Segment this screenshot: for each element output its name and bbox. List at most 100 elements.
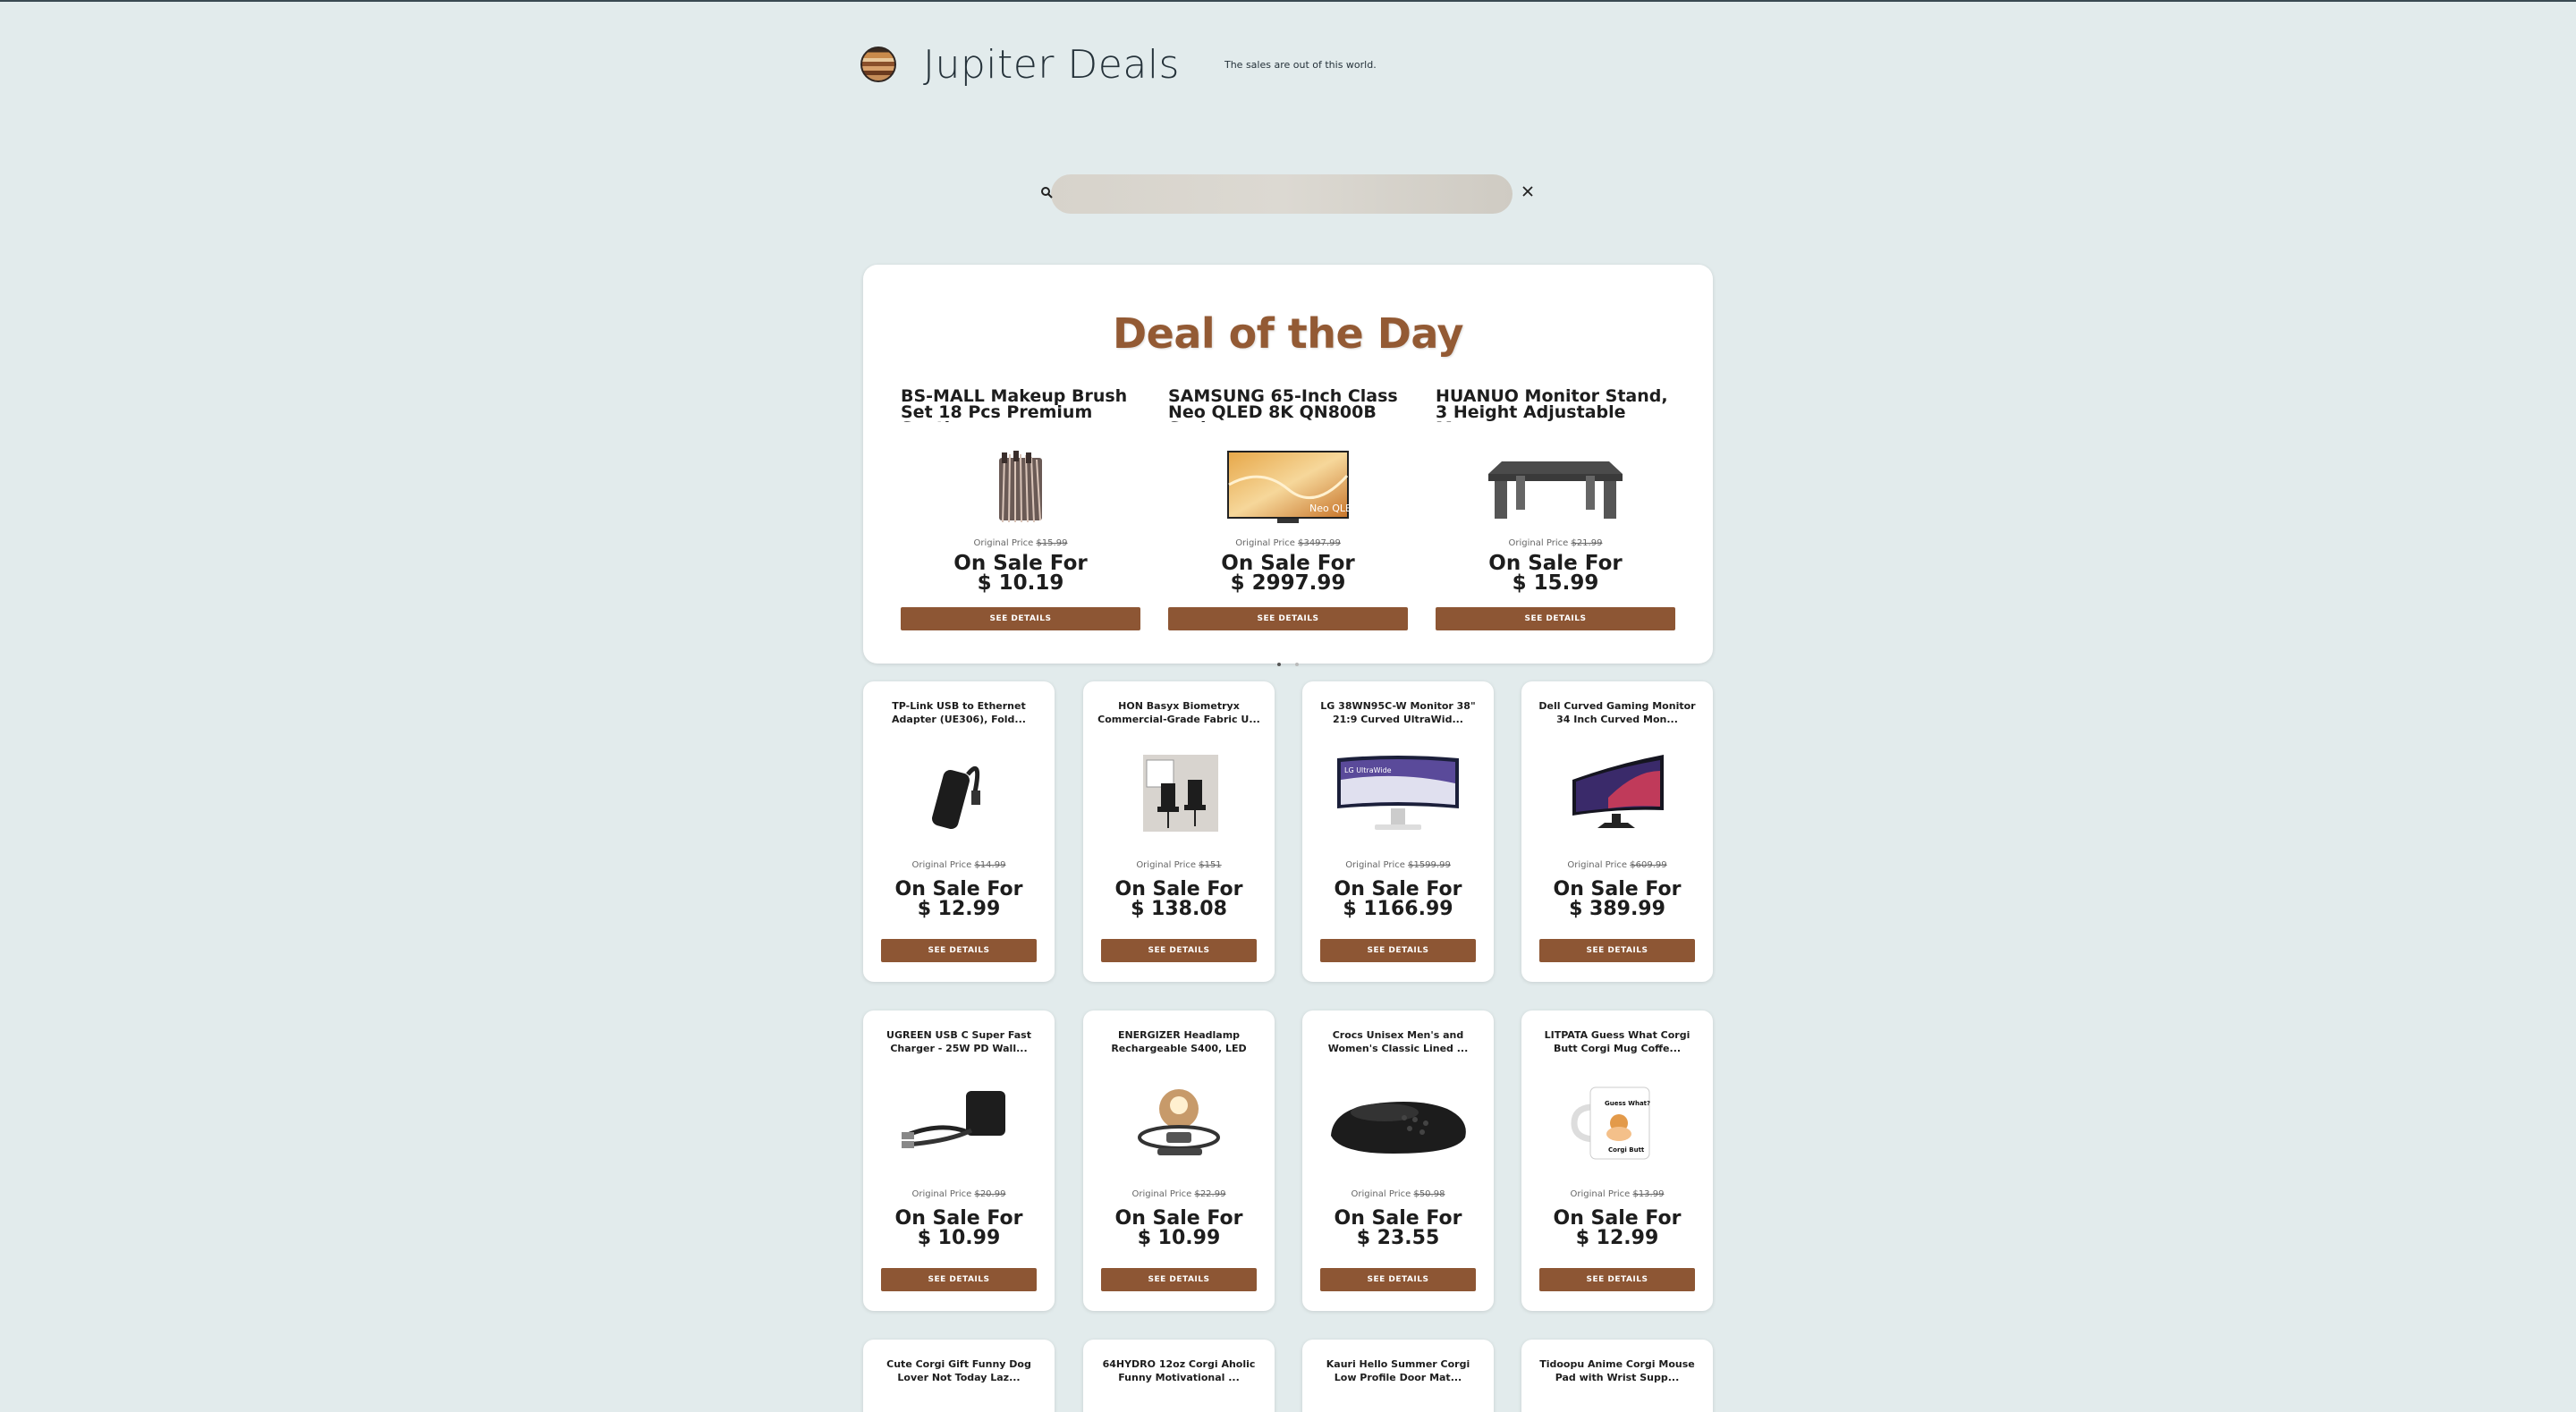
sale-label: On Sale For $ 1166.99 — [1302, 880, 1494, 919]
product-name[interactable]: LG 38WN95C-W Monitor 38" 21:9 Curved Ult… — [1317, 699, 1479, 726]
product-card: LG 38WN95C-W Monitor 38" 21:9 Curved Ult… — [1302, 681, 1494, 982]
sale-price: $ 23.55 — [1356, 1227, 1440, 1249]
original-price: Original Price $50.98 — [1351, 1189, 1445, 1199]
product-card: HON Basyx Biometryx Commercial-Grade Fab… — [1083, 681, 1275, 982]
sale-label: On Sale For $ 389.99 — [1521, 880, 1713, 919]
see-details-button[interactable]: SEE DETAILS — [901, 607, 1140, 630]
product-image[interactable] — [896, 1082, 1021, 1163]
deal-item: BS-MALL Makeup Brush Set 18 Pcs Premium … — [901, 388, 1140, 630]
product-name[interactable]: BS-MALL Makeup Brush Set 18 Pcs Premium … — [901, 388, 1140, 422]
search-icon[interactable] — [1040, 185, 1053, 202]
product-image[interactable] — [1331, 1082, 1466, 1163]
sale-price: $ 12.99 — [917, 898, 1001, 920]
product-card: Kauri Hello Summer Corgi Low Profile Doo… — [1302, 1340, 1494, 1412]
see-details-button[interactable]: SEE DETAILS — [1320, 939, 1476, 962]
carousel-dot-active[interactable] — [1277, 663, 1281, 666]
original-price: Original Price $3497.99 — [1235, 538, 1341, 548]
tagline: The sales are out of this world. — [1224, 58, 1377, 71]
sale-price: $ 10.19 — [977, 571, 1064, 595]
product-name[interactable]: Dell Curved Gaming Monitor 34 Inch Curve… — [1536, 699, 1699, 726]
close-icon[interactable] — [1521, 183, 1534, 202]
see-details-button[interactable]: SEE DETAILS — [1320, 1268, 1476, 1291]
original-price: Original Price $15.99 — [973, 538, 1068, 548]
deal-item: HUANUO Monitor Stand, 3 Height Adjustabl… — [1436, 388, 1675, 630]
sale-price: $ 2997.99 — [1230, 571, 1346, 595]
deal-of-the-day-carousel: Deal of the Day BS-MALL Makeup Brush Set… — [863, 265, 1713, 666]
original-price: Original Price $1599.99 — [1345, 860, 1451, 870]
product-card: Tidoopu Anime Corgi Mouse Pad with Wrist… — [1521, 1340, 1713, 1412]
product-image[interactable]: Guess What? Corgi Butt — [1555, 1082, 1680, 1163]
sale-label: On Sale For $ 23.55 — [1302, 1209, 1494, 1248]
deal-item: SAMSUNG 65-Inch Class Neo QLED 8K QN800B… — [1168, 388, 1408, 630]
product-image[interactable] — [1116, 1082, 1241, 1163]
product-name[interactable]: ENERGIZER Headlamp Rechargeable S400, LE… — [1097, 1028, 1260, 1055]
product-name[interactable]: UGREEN USB C Super Fast Charger - 25W PD… — [877, 1028, 1040, 1055]
see-details-button[interactable]: SEE DETAILS — [1101, 1268, 1257, 1291]
see-details-button[interactable]: SEE DETAILS — [881, 1268, 1037, 1291]
brand-name[interactable]: Jupiter Deals — [923, 42, 1180, 88]
sale-price: $ 10.99 — [1137, 1227, 1221, 1249]
carousel-indicators — [863, 653, 1713, 670]
sale-label: On Sale For $ 10.99 — [1083, 1209, 1275, 1248]
sale-label: On Sale For $ 12.99 — [863, 880, 1055, 919]
product-name[interactable]: Crocs Unisex Men's and Women's Classic L… — [1317, 1028, 1479, 1055]
product-name[interactable]: Kauri Hello Summer Corgi Low Profile Doo… — [1317, 1357, 1479, 1384]
see-details-button[interactable]: SEE DETAILS — [1168, 607, 1408, 630]
product-name[interactable]: Tidoopu Anime Corgi Mouse Pad with Wrist… — [1536, 1357, 1699, 1384]
product-card: Crocs Unisex Men's and Women's Classic L… — [1302, 1010, 1494, 1311]
original-price: Original Price $13.99 — [1570, 1189, 1665, 1199]
original-price: Original Price $14.99 — [911, 860, 1006, 870]
original-price: Original Price $21.99 — [1508, 538, 1603, 548]
svg-text:Neo QLED 8K: Neo QLED 8K — [1309, 503, 1351, 514]
search-bar — [1040, 174, 1534, 214]
product-image[interactable] — [1116, 753, 1241, 833]
sale-label: On Sale For $ 138.08 — [1083, 880, 1275, 919]
product-card: Dell Curved Gaming Monitor 34 Inch Curve… — [1521, 681, 1713, 982]
product-name[interactable]: SAMSUNG 65-Inch Class Neo QLED 8K QN800B… — [1168, 388, 1408, 422]
sale-label: On Sale For $ 12.99 — [1521, 1209, 1713, 1248]
see-details-button[interactable]: SEE DETAILS — [1436, 607, 1675, 630]
original-price: Original Price $151 — [1136, 860, 1222, 870]
product-image[interactable] — [958, 449, 1083, 526]
product-image[interactable]: Neo QLED 8K — [1225, 449, 1376, 526]
product-card: Cute Corgi Gift Funny Dog Lover Not Toda… — [863, 1340, 1055, 1412]
product-image[interactable] — [896, 753, 1021, 833]
product-card: ENERGIZER Headlamp Rechargeable S400, LE… — [1083, 1010, 1275, 1311]
search-input[interactable] — [1051, 174, 1513, 214]
original-price: Original Price $22.99 — [1131, 1189, 1226, 1199]
sale-label: On Sale For $ 10.99 — [863, 1209, 1055, 1248]
original-price: Original Price $609.99 — [1567, 860, 1667, 870]
sale-price: $ 389.99 — [1569, 898, 1665, 920]
jupiter-planet-icon[interactable] — [860, 47, 896, 82]
product-image[interactable] — [1488, 449, 1623, 526]
sale-label: On Sale For $ 2997.99 — [1168, 554, 1408, 595]
sale-price: $ 15.99 — [1512, 571, 1599, 595]
original-price: Original Price $20.99 — [911, 1189, 1006, 1199]
product-name[interactable]: Cute Corgi Gift Funny Dog Lover Not Toda… — [877, 1357, 1040, 1384]
svg-text:LG UltraWide: LG UltraWide — [1344, 766, 1392, 774]
sale-price: $ 12.99 — [1575, 1227, 1659, 1249]
sale-price: $ 10.99 — [917, 1227, 1001, 1249]
deal-of-the-day-title: Deal of the Day — [1112, 309, 1464, 358]
see-details-button[interactable]: SEE DETAILS — [1539, 939, 1695, 962]
site-header: Jupiter Deals The sales are out of this … — [860, 38, 1377, 91]
carousel-dot[interactable] — [1295, 663, 1299, 666]
product-card: UGREEN USB C Super Fast Charger - 25W PD… — [863, 1010, 1055, 1311]
product-name[interactable]: 64HYDRO 12oz Corgi Aholic Funny Motivati… — [1097, 1357, 1260, 1384]
product-name[interactable]: HUANUO Monitor Stand, 3 Height Adjustabl… — [1436, 388, 1675, 422]
see-details-button[interactable]: SEE DETAILS — [1101, 939, 1257, 962]
sale-price: $ 1166.99 — [1343, 898, 1453, 920]
product-image[interactable]: LG UltraWide — [1335, 753, 1461, 833]
product-image[interactable] — [1555, 753, 1680, 833]
product-card: 64HYDRO 12oz Corgi Aholic Funny Motivati… — [1083, 1340, 1275, 1412]
product-card: LITPATA Guess What Corgi Butt Corgi Mug … — [1521, 1010, 1713, 1311]
sale-label: On Sale For $ 10.19 — [901, 554, 1140, 595]
sale-label: On Sale For $ 15.99 — [1436, 554, 1675, 595]
see-details-button[interactable]: SEE DETAILS — [881, 939, 1037, 962]
product-name[interactable]: LITPATA Guess What Corgi Butt Corgi Mug … — [1536, 1028, 1699, 1055]
svg-text:Corgi Butt: Corgi Butt — [1608, 1146, 1645, 1154]
see-details-button[interactable]: SEE DETAILS — [1539, 1268, 1695, 1291]
product-name[interactable]: TP-Link USB to Ethernet Adapter (UE306),… — [877, 699, 1040, 726]
product-name[interactable]: HON Basyx Biometryx Commercial-Grade Fab… — [1097, 699, 1260, 726]
sale-price: $ 138.08 — [1131, 898, 1227, 920]
